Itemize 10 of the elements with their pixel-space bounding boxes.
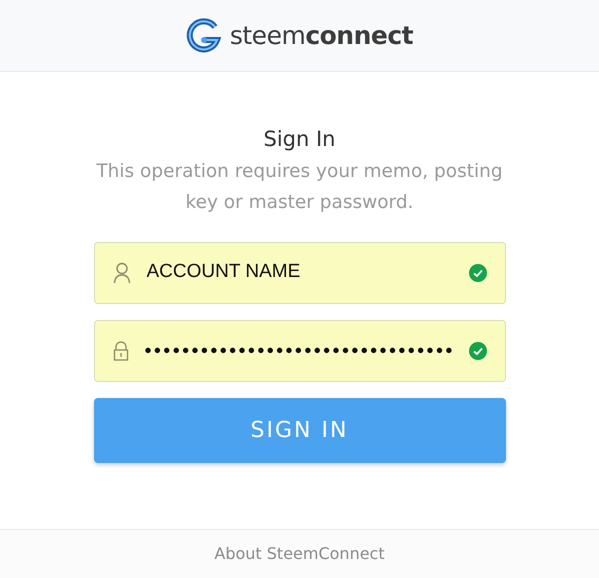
form-title: Sign In	[264, 126, 336, 153]
account-name-field[interactable]: ACCOUNT NAME	[94, 242, 506, 304]
password-field[interactable]: •••••••••••••••••••••••••••••••••	[94, 320, 506, 382]
logo-icon	[186, 18, 222, 54]
logo-text: steemconnect	[230, 20, 414, 52]
account-name-input[interactable]: ACCOUNT NAME	[146, 258, 452, 287]
password-input[interactable]: •••••••••••••••••••••••••••••••••	[144, 336, 452, 366]
lock-icon	[112, 340, 128, 362]
form-subtitle: This operation requires your memo, posting key or master password.	[95, 160, 504, 214]
user-icon	[112, 262, 130, 284]
